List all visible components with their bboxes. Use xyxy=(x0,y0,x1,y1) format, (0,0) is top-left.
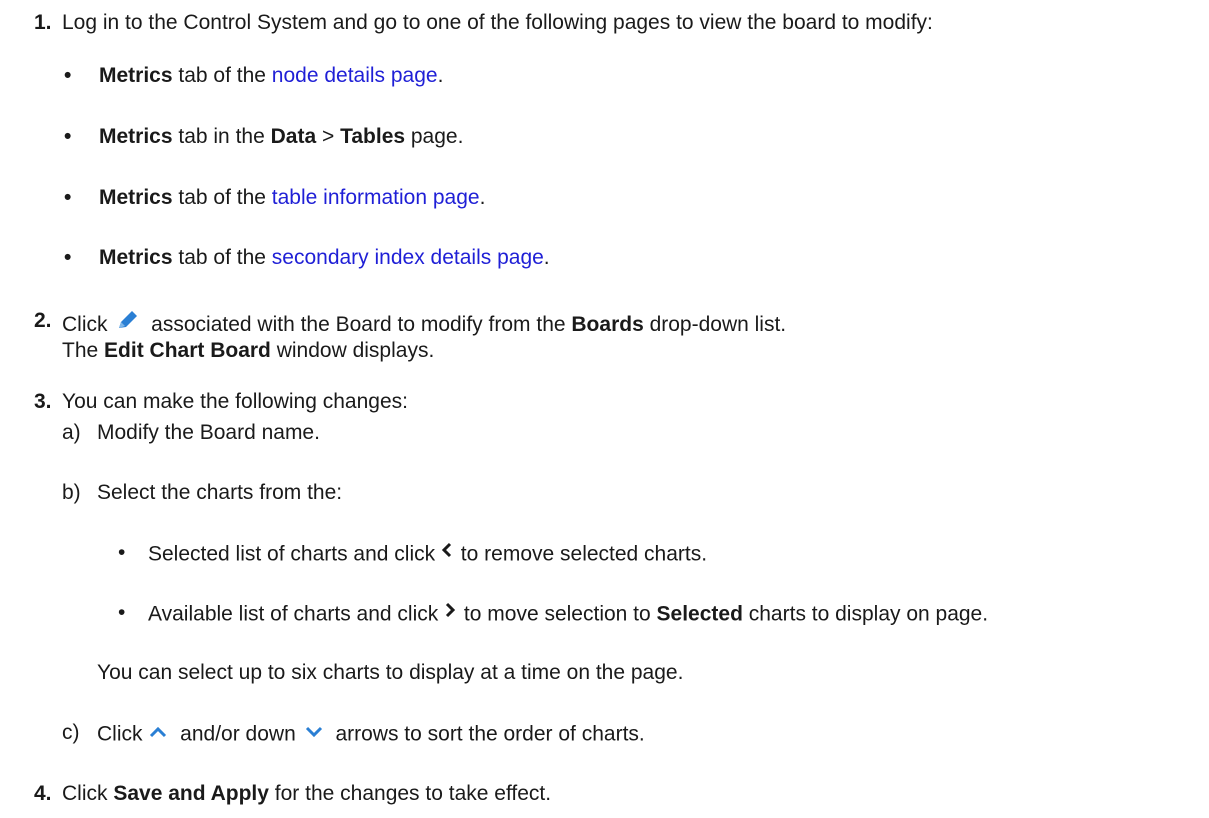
list-item: Metrics tab in the Data > Tables page. xyxy=(99,124,463,150)
chevron-left-icon xyxy=(441,540,453,566)
text: Click xyxy=(62,782,114,805)
step-text: Click Save and Apply for the changes to … xyxy=(62,781,551,807)
text: for the changes to take effect. xyxy=(268,782,552,805)
text: . xyxy=(543,246,550,269)
note: You can select up to six charts to displ… xyxy=(97,661,684,684)
substep-letter: c) xyxy=(62,721,80,744)
secondary-index-link[interactable]: secondary index details page xyxy=(272,246,544,269)
ui-label: Selected xyxy=(656,602,743,626)
text: tab in the xyxy=(172,125,271,148)
ui-label: Save and Apply xyxy=(113,782,269,805)
bullet: • xyxy=(64,246,72,269)
chevron-down-icon xyxy=(304,720,324,746)
bullet: • xyxy=(64,64,72,87)
text: associated with the Board to modify from… xyxy=(145,313,572,337)
bullet: • xyxy=(64,186,72,209)
text: tab of the xyxy=(172,64,272,87)
text: tab of the xyxy=(172,186,272,209)
ui-label: Boards xyxy=(571,313,644,337)
substep-text: Modify the Board name. xyxy=(97,421,320,444)
step-number: 3. xyxy=(34,390,52,413)
text: . xyxy=(437,64,444,87)
text: to move selection to xyxy=(458,602,657,626)
text: > xyxy=(316,125,341,148)
text: Click xyxy=(62,313,114,337)
chevron-right-icon xyxy=(444,600,456,626)
text: window displays. xyxy=(270,339,435,362)
bullet: • xyxy=(64,125,72,148)
substep-text: Select the charts from the: xyxy=(97,481,343,504)
text: to remove selected charts. xyxy=(454,542,708,566)
list-item: Metrics tab of the secondary index detai… xyxy=(99,245,550,271)
step-result: The Edit Chart Board window displays. xyxy=(62,338,434,364)
ui-label: Metrics xyxy=(99,64,173,87)
list-item: Selected list of charts and click to rem… xyxy=(148,540,707,570)
ui-label: Metrics xyxy=(99,125,173,148)
step-number: 2. xyxy=(34,309,52,332)
substep-text: Click and/or down arrows to sort the ord… xyxy=(97,720,645,750)
text: Click xyxy=(97,722,149,746)
procedure: 1. Log in to the Control System and go t… xyxy=(0,0,1209,818)
pencil-icon xyxy=(115,308,141,339)
list-item: Available list of charts and click to mo… xyxy=(148,600,988,630)
substep-letter: a) xyxy=(62,421,81,444)
ui-label: Tables xyxy=(340,125,406,148)
text: The xyxy=(62,339,105,362)
list-item: Metrics tab of the node details page. xyxy=(99,63,443,89)
text: tab of the xyxy=(172,246,272,269)
text: page. xyxy=(405,125,464,148)
substep-letter: b) xyxy=(62,481,81,504)
ui-label: Edit Chart Board xyxy=(104,339,271,362)
text: . xyxy=(479,186,486,209)
step-text: You can make the following changes: xyxy=(62,390,408,413)
chevron-up-icon xyxy=(148,720,168,746)
text: charts to display on page. xyxy=(742,602,989,626)
step-number: 1. xyxy=(34,11,52,34)
table-information-link[interactable]: table information page xyxy=(272,186,480,209)
list-item: Metrics tab of the table information pag… xyxy=(99,185,485,211)
ui-label: Metrics xyxy=(99,246,173,269)
text: and/or down xyxy=(174,722,302,746)
ui-label: Metrics xyxy=(99,186,173,209)
bullet: • xyxy=(118,601,126,624)
text: drop-down list. xyxy=(643,313,787,337)
ui-label: Data xyxy=(270,125,317,148)
text: Available list of charts and click xyxy=(148,602,445,626)
step-number: 4. xyxy=(34,782,52,805)
node-details-link[interactable]: node details page xyxy=(272,64,438,87)
text: arrows to sort the order of charts. xyxy=(329,722,645,746)
step-text: Log in to the Control System and go to o… xyxy=(62,11,933,34)
text: Selected list of charts and click xyxy=(148,542,441,566)
bullet: • xyxy=(118,541,126,564)
